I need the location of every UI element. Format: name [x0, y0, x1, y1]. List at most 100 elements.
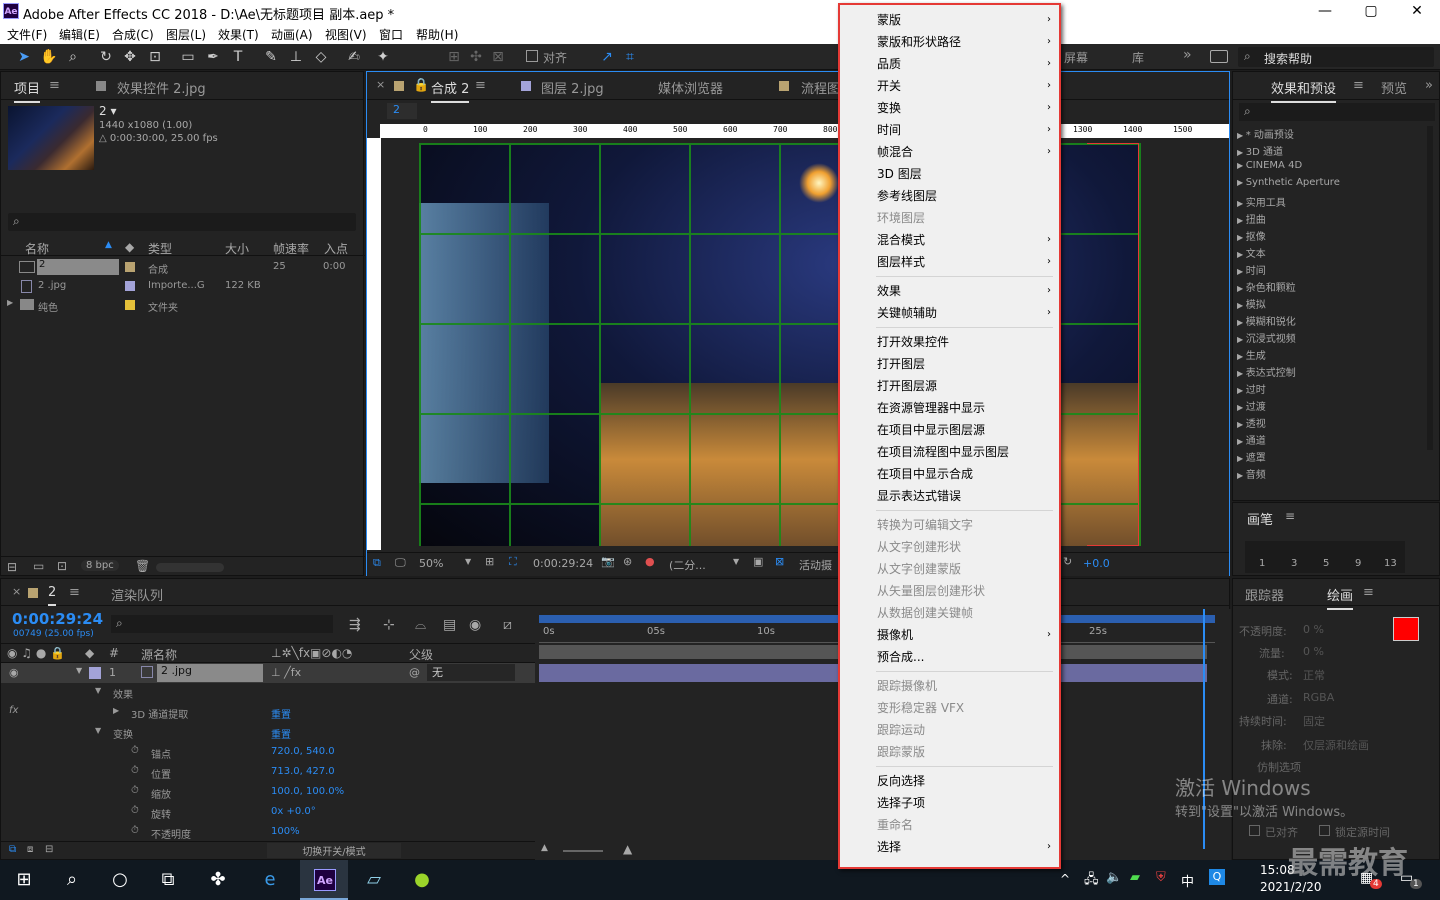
eye-icon[interactable]: ◉	[9, 666, 19, 679]
context-menu-item[interactable]: 品质 ›	[844, 53, 1055, 75]
cortana-icon[interactable]: ○	[108, 868, 132, 892]
effect-category[interactable]: ▶ 模拟	[1237, 296, 1425, 313]
breadcrumb[interactable]: 2	[387, 103, 417, 119]
hand-tool-icon[interactable]: ✋	[39, 47, 59, 67]
context-menu-item[interactable]: 显示表达式错误	[844, 485, 1055, 507]
effect-category[interactable]: ▶ 文本	[1237, 245, 1425, 262]
roto-brush-tool-icon[interactable]: ✍	[344, 47, 364, 67]
fx-icon[interactable]: fx	[9, 705, 18, 716]
tab-paint[interactable]: 绘画	[1327, 585, 1354, 610]
context-menu-item[interactable]: 开关 ›	[844, 75, 1055, 97]
brush-tool-icon[interactable]: ✎	[261, 47, 281, 67]
sync-settings-icon[interactable]	[1210, 50, 1228, 63]
tab-menu-icon[interactable]: ≡	[49, 78, 60, 93]
paint-setting-value[interactable]: 0 %	[1303, 645, 1324, 658]
new-composition-icon[interactable]: ⊡	[57, 559, 67, 573]
context-menu-item[interactable]: 在项目中显示图层源	[844, 419, 1055, 441]
notepad-app-icon[interactable]: ▱	[362, 868, 386, 892]
transparency-grid-icon[interactable]: ⛶	[509, 555, 517, 569]
zoom-select[interactable]: 50%	[419, 557, 443, 570]
grid-guides-icon[interactable]: ⊠	[775, 555, 784, 568]
show-snapshot-icon[interactable]: ⊛	[623, 555, 632, 568]
stopwatch-icon[interactable]: ⏱	[131, 825, 139, 836]
view-axis-icon[interactable]: ⊠	[488, 47, 508, 67]
property-row[interactable]: ⏱ 旋转 0x +0.0°	[1, 803, 535, 822]
parent-column[interactable]: 父级	[409, 646, 433, 663]
effect-category[interactable]: ▶ 过时	[1237, 381, 1425, 398]
project-search-input[interactable]: ⌕	[8, 213, 356, 231]
effect-category[interactable]: ▶ Synthetic Aperture	[1237, 177, 1425, 194]
collapse-arrow-icon[interactable]: ▼	[76, 666, 82, 675]
in-out-toggle-icon[interactable]: ⊟	[45, 844, 53, 855]
windows-start-icon[interactable]: ⊞	[12, 868, 36, 892]
shy-layers-icon[interactable]: ⌓	[415, 617, 426, 633]
more-workspaces-icon[interactable]: »	[1183, 47, 1192, 63]
tab-preview[interactable]: 预览	[1381, 78, 1407, 97]
timeline-search-input[interactable]: ⌕	[111, 615, 333, 633]
effect-category[interactable]: ▶ CINEMA 4D	[1237, 160, 1425, 177]
stopwatch-icon[interactable]: ⏱	[131, 765, 139, 776]
effect-category[interactable]: ▶ 扭曲	[1237, 211, 1425, 228]
context-menu-item[interactable]: 在项目中显示合成	[844, 463, 1055, 485]
task-view-icon[interactable]: ⧉	[156, 868, 180, 892]
menu-animation[interactable]: 动画(A)	[271, 26, 313, 43]
snap-edge-icon[interactable]: ↗	[597, 47, 617, 67]
channel-icon[interactable]: ●	[645, 555, 655, 568]
effects-scrollbar[interactable]	[1427, 126, 1433, 450]
ie-icon[interactable]: e	[258, 868, 282, 892]
fan-app-icon[interactable]: ✤	[206, 868, 230, 892]
current-time[interactable]: 0:00:29:24	[533, 557, 593, 570]
context-menu-item[interactable]: 预合成...	[844, 646, 1055, 668]
property-row[interactable]: ▼ 变换 重置	[1, 723, 535, 742]
context-menu-item[interactable]: 时间 ›	[844, 119, 1055, 141]
volume-icon[interactable]: 🔈	[1106, 870, 1122, 885]
effect-category[interactable]: ▶ 3D 通道	[1237, 143, 1425, 160]
parent-select[interactable]: 无	[427, 664, 515, 681]
property-row[interactable]: ⏱ 不透明度 100%	[1, 823, 535, 842]
effect-category[interactable]: ▶ 杂色和颗粒	[1237, 279, 1425, 296]
expand-arrow-icon[interactable]: ▼	[95, 686, 101, 695]
security-icon[interactable]: ⛨	[1156, 870, 1166, 885]
clone-stamp-tool-icon[interactable]: ⊥	[286, 47, 306, 67]
menu-edit[interactable]: 编辑(E)	[59, 26, 100, 43]
menu-view[interactable]: 视图(V)	[325, 26, 367, 43]
camera-select[interactable]: 活动摄	[799, 557, 832, 573]
more-tabs-icon[interactable]: »	[1425, 78, 1433, 93]
property-row[interactable]: ⏱ 锚点 720.0, 540.0	[1, 743, 535, 762]
tab-render-queue[interactable]: 渲染队列	[111, 585, 163, 604]
always-preview-icon[interactable]: ⧉	[373, 556, 381, 570]
new-folder-icon[interactable]: ▭	[33, 559, 44, 573]
lock-source-time-checkbox[interactable]	[1319, 825, 1330, 836]
aligned-checkbox[interactable]	[1249, 825, 1260, 836]
ime-indicator[interactable]: 中	[1181, 871, 1194, 890]
context-menu-item[interactable]: 打开图层源	[844, 375, 1055, 397]
paint-setting-value[interactable]: 0 %	[1303, 623, 1324, 636]
effect-category[interactable]: ▶ 过渡	[1237, 398, 1425, 415]
fast-preview-icon[interactable]: ▣	[753, 555, 763, 568]
workspace-screen[interactable]: 屏幕	[1064, 49, 1088, 66]
menu-window[interactable]: 窗口	[379, 26, 403, 43]
context-menu-item[interactable]: 摄像机 ›	[844, 624, 1055, 646]
menu-layer[interactable]: 图层(L)	[166, 26, 206, 43]
sort-ascending-icon[interactable]: ▲	[105, 240, 112, 250]
property-row[interactable]: fx ▶ 3D 通道提取 重置	[1, 703, 535, 722]
expand-arrow-icon[interactable]: ▼	[95, 726, 101, 735]
property-row[interactable]: ⏱ 位置 713.0, 427.0	[1, 763, 535, 782]
pen-tool-icon[interactable]: ✒	[203, 47, 223, 67]
tab-tracker[interactable]: 跟踪器	[1245, 585, 1284, 604]
effect-category[interactable]: ▶ 遮罩	[1237, 449, 1425, 466]
tab-effects-presets[interactable]: 效果和预设	[1271, 78, 1337, 103]
selection-tool-icon[interactable]: ➤	[14, 47, 34, 67]
panel-menu-icon[interactable]: ≡	[1285, 509, 1295, 523]
green-ball-app-icon[interactable]: ●	[410, 868, 434, 892]
network-icon[interactable]: 🖧	[1084, 870, 1099, 892]
layer-row[interactable]: ◉ ▼ 1 2 .jpg ⊥ ╱fx @ 无	[1, 663, 535, 683]
column-name[interactable]: 名称	[25, 240, 49, 257]
paint-setting-value[interactable]: RGBA	[1303, 691, 1334, 704]
tab-menu-icon[interactable]: ≡	[1353, 78, 1364, 93]
column-fps[interactable]: 帧速率	[273, 240, 309, 257]
effect-category[interactable]: ▶ 沉浸式视频	[1237, 330, 1425, 347]
context-menu-item[interactable]: 选择 ›	[844, 836, 1055, 858]
exposure-value[interactable]: +0.0	[1083, 557, 1110, 570]
effects-search-input[interactable]: ⌕	[1239, 103, 1435, 121]
